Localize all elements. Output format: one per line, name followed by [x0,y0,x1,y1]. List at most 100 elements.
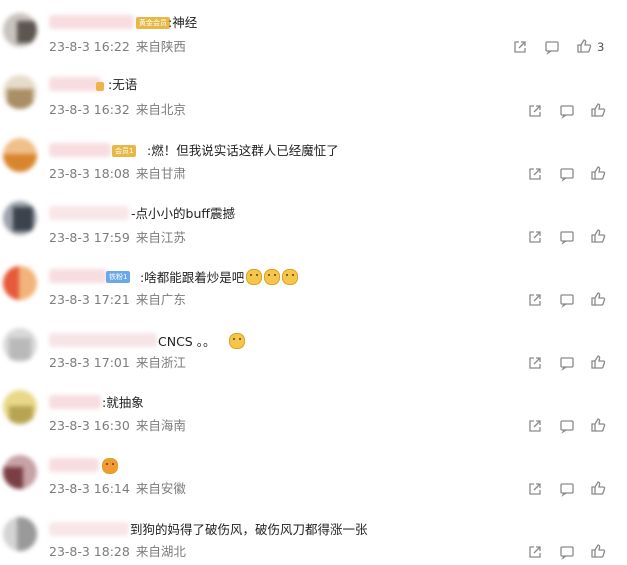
comment-icon[interactable] [559,292,575,308]
emoji-icon [102,458,118,474]
comment-item: 铁粉1 :啥都能跟着炒是吧 23-8-3 17:21 来自广东 [0,252,627,315]
comment-icon[interactable] [559,418,575,434]
comment-icon[interactable] [559,166,575,182]
comment-location: 来自湖北 [135,544,186,559]
comment-location: 来自甘肃 [135,166,186,181]
share-icon[interactable] [527,229,543,245]
username[interactable] [49,143,111,157]
username[interactable] [49,458,99,472]
avatar[interactable] [3,390,37,424]
comment-item: CNCS 。。 23-8-3 17:01 来自浙江 [0,315,627,378]
thumbs-up-icon[interactable] [590,102,606,118]
avatar[interactable] [3,517,37,551]
avatar[interactable] [3,138,37,172]
comment-item: :无语 23-8-3 16:32 来自北京 [0,63,627,126]
comment-text: CNCS 。。 [158,333,246,350]
emoji-icon [229,333,246,349]
thumbs-up-icon[interactable] [590,354,606,370]
share-icon[interactable] [512,39,528,55]
thumbs-up-icon[interactable] [590,480,606,496]
comment-text: :神经 [168,15,198,30]
username[interactable] [49,395,101,409]
share-icon[interactable] [527,166,543,182]
username[interactable] [49,15,134,29]
comment-meta: 23-8-3 16:32 来自北京 [49,102,186,118]
comment-meta: 23-8-3 18:08 来自甘肃 [49,166,186,182]
comment-text [100,458,118,475]
comment-meta: 23-8-3 17:01 来自浙江 [49,355,186,371]
comment-item: -点小小的buff震撼 23-8-3 17:59 来自江苏 [0,189,627,252]
username[interactable] [49,269,107,283]
comment-date: 23-8-3 16:22 [49,39,130,54]
comment-icon[interactable] [559,544,575,560]
comment-location: 来自浙江 [135,355,186,370]
thumbs-up-icon[interactable] [590,165,606,181]
comment-date: 23-8-3 17:01 [49,355,130,370]
share-icon[interactable] [527,355,543,371]
comment-item: 23-8-3 16:14 来自安徽 [0,441,627,504]
comment-date: 23-8-3 16:30 [49,418,130,433]
comment-text: 到狗的妈得了破伤风，破伤风刀都得涨一张 [130,522,368,537]
comment-location: 来自海南 [135,418,186,433]
comment-item: 会员1 :燃！但我说实话这群人已经魔怔了 23-8-3 18:08 来自甘肃 [0,126,627,189]
avatar[interactable] [3,455,37,489]
share-icon[interactable] [527,418,543,434]
share-icon[interactable] [527,292,543,308]
comment-meta: 23-8-3 16:14 来自安徽 [49,481,186,497]
comment-meta: 23-8-3 18:28 来自湖北 [49,544,186,560]
comment-meta: 23-8-3 16:22 来自陕西 [49,39,186,55]
comment-icon[interactable] [559,229,575,245]
comment-date: 23-8-3 16:32 [49,102,130,117]
comment-location: 来自安徽 [135,481,186,496]
member-badge: 黄金会员 [136,17,170,29]
share-icon[interactable] [527,103,543,119]
thumbs-up-icon[interactable] [576,38,592,54]
comment-date: 23-8-3 18:08 [49,166,130,181]
comment-date: 23-8-3 17:59 [49,230,130,245]
comment-text-content: :啥都能跟着炒是吧 [140,270,245,285]
comment-icon[interactable] [559,103,575,119]
comment-item: 到狗的妈得了破伤风，破伤风刀都得涨一张 23-8-3 18:28 来自湖北 [0,504,627,565]
share-icon[interactable] [527,481,543,497]
comment-item: 黄金会员 :神经 23-8-3 16:22 来自陕西 3 [0,0,627,63]
member-badge-icon [96,82,104,91]
comment-text: :燃！但我说实话这群人已经魔怔了 [147,143,339,158]
comment-text: -点小小的buff震撼 [131,206,235,221]
thumbs-up-icon[interactable] [590,543,606,559]
thumbs-up-icon[interactable] [590,291,606,307]
avatar[interactable] [3,75,37,109]
avatar[interactable] [3,266,37,300]
comment-icon[interactable] [544,39,560,55]
comment-location: 来自江苏 [135,230,186,245]
fan-badge: 铁粉1 [106,271,131,283]
comment-text-content: CNCS 。。 [158,334,216,349]
username[interactable] [49,333,157,347]
comment-location: 来自北京 [135,102,186,117]
comment-location: 来自陕西 [135,39,186,54]
username[interactable] [49,206,129,220]
emoji-icon [246,269,263,285]
thumbs-up-icon[interactable] [590,417,606,433]
comment-meta: 23-8-3 17:21 来自广东 [49,292,186,308]
comment-list: 黄金会员 :神经 23-8-3 16:22 来自陕西 3 :无语 23-8-3 1… [0,0,627,565]
comment-meta: 23-8-3 16:30 来自海南 [49,418,186,434]
username[interactable] [49,522,129,536]
member-badge: 会员1 [112,145,137,157]
comment-icon[interactable] [559,355,575,371]
emoji-icon [282,269,299,285]
avatar[interactable] [3,328,37,362]
comment-text: :啥都能跟着炒是吧 [140,269,299,286]
emoji-icon [264,269,281,285]
comment-date: 23-8-3 16:14 [49,481,130,496]
avatar[interactable] [3,13,37,47]
comment-text: :就抽象 [102,395,144,410]
comment-meta: 23-8-3 17:59 来自江苏 [49,230,186,246]
comment-date: 23-8-3 17:21 [49,292,130,307]
thumbs-up-icon[interactable] [590,228,606,244]
avatar[interactable] [3,201,37,235]
comment-icon[interactable] [559,481,575,497]
share-icon[interactable] [527,544,543,560]
comment-date: 23-8-3 18:28 [49,544,130,559]
username[interactable] [49,77,101,91]
comment-item: :就抽象 23-8-3 16:30 来自海南 [0,378,627,441]
